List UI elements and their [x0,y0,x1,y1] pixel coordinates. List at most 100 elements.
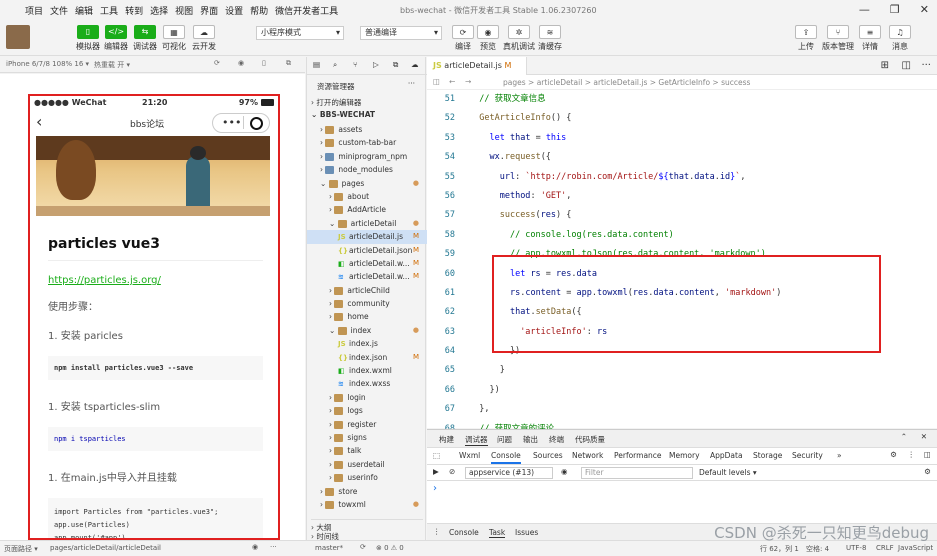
console-settings-icon[interactable]: ⚙ [924,467,931,476]
bottom-tab-task[interactable]: Task [489,528,506,538]
tree-item-talk[interactable]: › talk [307,444,427,457]
tree-item-home[interactable]: › home [307,310,427,323]
article-link[interactable]: https://particles.js.org/ [48,275,263,286]
code-line[interactable]: 53 let that = this [427,129,937,148]
tree-item-userinfo[interactable]: › userinfo [307,471,427,484]
tab-debugger[interactable]: 调试器 [465,434,488,446]
tree-item-articledetail[interactable]: ⌄ articleDetail ● [307,217,427,230]
encoding[interactable]: UTF-8 [846,544,866,552]
tree-item-articledetail-w-[interactable]: ◧ articleDetail.w... M [307,257,427,270]
code-line[interactable]: 67 }, [427,400,937,419]
tree-item-logs[interactable]: › logs [307,404,427,417]
panel-sources[interactable]: Sources [533,451,563,460]
bottom-tab-issues[interactable]: Issues [515,528,538,537]
console-output[interactable]: › [427,481,937,523]
menu-wechat-devtools[interactable]: 微信开发者工具 [275,4,338,17]
line-endings[interactable]: CRLF [876,544,894,552]
tree-item-addarticle[interactable]: › AddArticle [307,203,427,216]
collapse-icon[interactable]: ⌃ [901,432,907,441]
cursor-position[interactable]: 行 62，列 1 [760,544,799,554]
kebab-icon[interactable]: ⋮ [908,450,916,459]
hotreload-select[interactable]: 热重载 开 ▾ [94,60,130,70]
menu-edit[interactable]: 编辑 [75,4,93,17]
tab-articledetail-js[interactable]: JS articleDetail.js M [427,57,527,75]
compile-mode-select[interactable]: 普通编译 [360,26,442,40]
close-panel-icon[interactable]: ✕ [921,432,927,441]
close-icon[interactable]: ✕ [920,3,929,16]
tree-item-index-js[interactable]: JS index.js [307,337,427,350]
tree-item-userdetail[interactable]: › userdetail [307,458,427,471]
open-editors-section[interactable]: › 打开的编辑器 [311,97,423,108]
tree-item-articledetail-js[interactable]: JS articleDetail.js M [307,230,427,244]
clear-console-icon[interactable]: ⊘ [449,467,455,476]
tree-item-articledetail-w-[interactable]: ≋ articleDetail.w... M [307,270,427,283]
tree-item-about[interactable]: › about [307,190,427,203]
version-button[interactable]: ⑂ 版本管理 [822,25,854,53]
panel-security[interactable]: Security [792,451,823,460]
tab-terminal[interactable]: 终端 [549,434,564,445]
tree-item-store[interactable]: › store [307,485,427,498]
tree-item-assets[interactable]: › assets [307,123,427,136]
cloud-button[interactable]: ☁ 云开发 [190,25,218,53]
search-icon[interactable]: ⌕ [333,60,337,70]
menu-goto[interactable]: 转到 [125,4,143,17]
popout-icon[interactable]: ⧉ [286,59,291,68]
panel-console[interactable]: Console [491,451,521,464]
extensions-icon[interactable]: ⧉ [393,60,398,70]
more-icon[interactable]: ··· [270,543,277,551]
menu-project[interactable]: 项目 [25,4,43,17]
capsule-menu[interactable]: ••• [212,113,270,133]
tree-item-index[interactable]: ⌄ index ● [307,324,427,337]
forward-arrow-icon[interactable]: → [465,77,471,86]
device-select[interactable]: iPhone 6/7/8 108% 16 ▾ [6,60,89,68]
tab-problems[interactable]: 问题 [497,434,512,445]
settings-gear-icon[interactable]: ⚙ [890,450,897,459]
menu-settings[interactable]: 设置 [225,4,243,17]
code-line[interactable]: 54 wx.request({ [427,148,937,167]
maximize-icon[interactable]: ❐ [890,3,900,16]
source-control-icon[interactable]: ⑂ [353,60,358,69]
bottom-tab-console[interactable]: Console [449,528,479,537]
code-line[interactable]: 56 method: 'GET', [427,187,937,206]
menu-view[interactable]: 视图 [175,4,193,17]
tree-item-community[interactable]: › community [307,297,427,310]
sync-icon[interactable]: ⟳ [360,543,366,551]
panel-network[interactable]: Network [572,451,603,460]
panel-appdata[interactable]: AppData [710,451,743,460]
code-line[interactable]: 52 GetArticleInfo() { [427,109,937,128]
rotate-icon[interactable]: ⟳ [214,59,220,67]
preview-button[interactable]: ◉ 预览 [474,25,502,53]
language-mode[interactable]: JavaScript [898,544,933,552]
code-line[interactable]: 58 // console.log(res.data.content) [427,226,937,245]
indent-spaces[interactable]: 空格: 4 [806,544,829,554]
menu-select[interactable]: 选择 [150,4,168,17]
tab-code-quality[interactable]: 代码质量 [575,434,605,445]
clear-cache-button[interactable]: ≋ 清缓存 [536,25,564,53]
tree-item-signs[interactable]: › signs [307,431,427,444]
phone-outline-icon[interactable]: ▯ [262,59,266,67]
tree-item-index-wxml[interactable]: ◧ index.wxml [307,364,427,377]
sidebar-toggle-icon[interactable]: ▶ [433,467,439,476]
code-line[interactable]: 55 url: `http://robin.com/Article/${that… [427,168,937,187]
close-miniprogram-icon[interactable] [250,117,263,130]
tree-item-register[interactable]: › register [307,418,427,431]
panel-memory[interactable]: Memory [669,451,700,460]
menu-help[interactable]: 帮助 [250,4,268,17]
page-path-label[interactable]: 页面路径 ▾ [4,544,38,554]
back-arrow-icon[interactable]: ← [449,77,455,86]
debug-icon[interactable]: ▷ [373,60,379,69]
eye-icon[interactable]: ◉ [252,543,258,551]
more-dots-icon[interactable]: ••• [222,116,241,130]
eye-icon[interactable]: ◉ [561,467,568,476]
project-section[interactable]: ⌄ BBS-WECHAT [311,110,423,119]
inspect-icon[interactable]: ⬚ [433,451,440,460]
code-line[interactable]: 57 success(res) { [427,206,937,225]
panel-storage[interactable]: Storage [753,451,782,460]
menu-tools[interactable]: 工具 [100,4,118,17]
code-line[interactable]: 66 }) [427,381,937,400]
dock-icon[interactable]: ◫ [924,450,931,459]
panel-performance[interactable]: Performance [614,451,662,460]
menu-file[interactable]: 文件 [50,4,68,17]
bottom-menu-icon[interactable]: ⋮ [433,527,441,536]
tree-item-towxml[interactable]: › towxml ● [307,498,427,511]
